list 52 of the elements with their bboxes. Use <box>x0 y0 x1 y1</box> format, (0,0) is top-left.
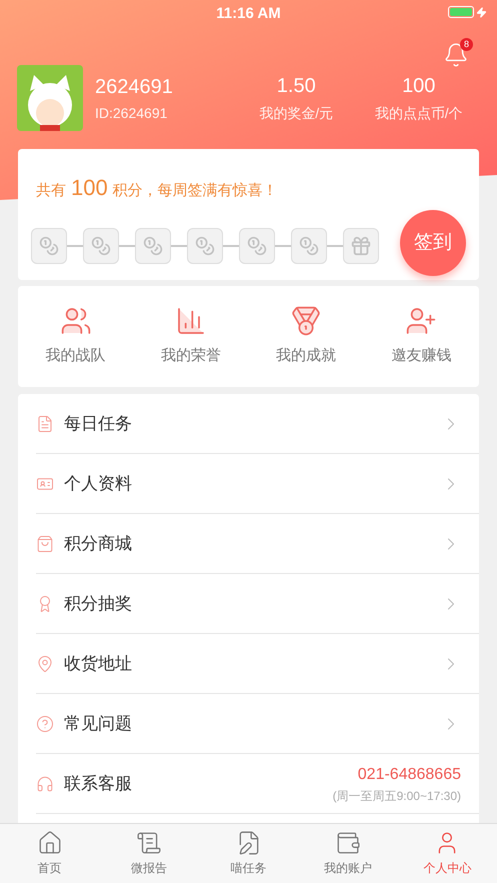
bag-icon <box>36 534 54 552</box>
menu-item[interactable]: 联系客服 021-64868665 (周一至周五9:00~17:30) <box>36 754 479 814</box>
document-icon <box>36 414 54 432</box>
menu-label: 个人资料 <box>64 472 133 495</box>
tab-item[interactable]: 我的账户 <box>298 824 398 883</box>
coins-icon <box>195 236 215 256</box>
avatar[interactable] <box>17 65 83 131</box>
phone-number[interactable]: 021-64868665 <box>358 762 461 786</box>
shortcut-item[interactable]: 我的成就 <box>248 286 364 387</box>
shortcut-item[interactable]: 我的战队 <box>18 286 134 387</box>
status-time: 11:16 AM <box>216 4 281 24</box>
battery-icon <box>448 6 487 18</box>
username: 2624691 <box>95 76 174 96</box>
stat-label: 我的点点币/个 <box>374 106 463 120</box>
shortcut-item[interactable]: 我的荣誉 <box>133 286 248 387</box>
home-icon <box>36 830 63 856</box>
scroll-icon <box>136 830 162 856</box>
menu-item[interactable]: 积分商城 <box>36 514 479 574</box>
gift-icon <box>350 235 372 257</box>
menu-label: 常见问题 <box>64 712 133 735</box>
menu-item[interactable]: 每日任务 <box>36 394 479 454</box>
wallet-icon <box>334 830 361 856</box>
menu-item[interactable]: 常见问题 <box>36 694 479 754</box>
menu-label: 每日任务 <box>64 412 133 435</box>
checkin-button[interactable]: 签到 <box>400 210 466 276</box>
points-message: 共有 100 积分，每周签满有惊喜！ <box>35 174 279 202</box>
coins-icon <box>299 236 319 256</box>
coins-icon <box>91 236 111 256</box>
medal-icon <box>290 305 322 338</box>
tab-item[interactable]: 微报告 <box>99 824 199 883</box>
stat-label: 我的奖金/元 <box>259 106 334 120</box>
menu-label: 联系客服 <box>64 772 133 795</box>
tab-item[interactable]: 首页 <box>0 824 100 883</box>
menu-label: 积分抽奖 <box>64 592 133 615</box>
headset-icon <box>36 774 54 792</box>
service-hours: (周一至周五9:00~17:30) <box>332 788 461 804</box>
user-id: ID:2624691 <box>95 106 168 120</box>
shortcut-item[interactable]: 邀友赚钱 <box>364 286 479 387</box>
menu-item[interactable]: 收货地址 <box>36 634 479 694</box>
stat-value: 1.50 <box>276 76 316 96</box>
coins-icon <box>143 236 163 256</box>
menu-item[interactable]: 积分抽奖 <box>36 574 479 634</box>
stat-value: 100 <box>402 76 436 96</box>
menu-label: 积分商城 <box>64 532 133 555</box>
tab-item[interactable]: 喵任务 <box>198 824 298 883</box>
menu-label: 收货地址 <box>64 652 133 675</box>
menu-item[interactable]: 个人资料 <box>36 454 479 514</box>
help-icon <box>36 714 54 732</box>
tab-item[interactable]: 个人中心 <box>398 824 497 883</box>
location-pin-icon <box>36 654 54 672</box>
coins-icon <box>247 236 267 256</box>
coins-icon <box>39 236 59 256</box>
